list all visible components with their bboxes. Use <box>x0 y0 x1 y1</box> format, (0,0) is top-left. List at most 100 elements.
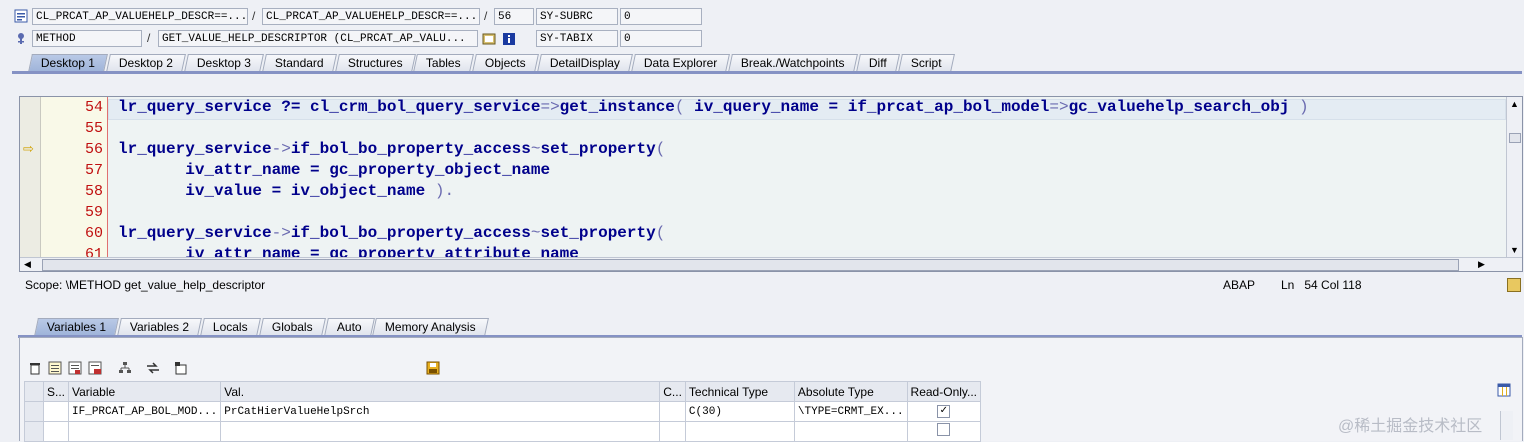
line-number: 56 <box>84 141 103 158</box>
tab-objects[interactable]: Objects <box>472 54 539 72</box>
read-only-cell <box>906 421 982 442</box>
separator: / <box>252 9 256 23</box>
code-line[interactable]: iv_value = iv_object_name ). <box>118 182 454 200</box>
column-header[interactable]: Technical Type <box>684 381 795 402</box>
table-row[interactable]: IF_PRCAT_AP_BOL_MOD... PrCatHierValueHel… <box>24 401 982 422</box>
vertical-scrollbar[interactable]: ▲ ▼ <box>1506 97 1522 257</box>
line-number-column: 54 55 56 57 58 59 60 61 <box>41 97 108 263</box>
tab-watchpoints[interactable]: Break./Watchpoints <box>728 54 858 72</box>
column-header[interactable]: Absolute Type <box>793 381 908 402</box>
current-line-arrow-icon: ⇨ <box>23 141 34 156</box>
tab-tables[interactable]: Tables <box>413 54 475 72</box>
code-line[interactable]: lr_query_service->if_bol_bo_property_acc… <box>118 224 665 242</box>
variable-cell[interactable]: IF_PRCAT_AP_BOL_MOD... <box>68 401 222 422</box>
tab-variables-2[interactable]: Variables 2 <box>117 318 203 336</box>
event-field[interactable]: GET_VALUE_HELP_DESCRIPTOR (CL_PRCAT_AP_V… <box>158 30 478 47</box>
horizontal-scrollbar[interactable]: ◀ ▶ <box>20 257 1522 271</box>
line-number: 57 <box>84 162 103 179</box>
tab-desktop-3[interactable]: Desktop 3 <box>184 54 265 72</box>
column-header[interactable]: Variable <box>68 381 222 402</box>
tab-auto[interactable]: Auto <box>323 318 375 336</box>
change-cell <box>659 421 686 442</box>
line-field[interactable]: 56 <box>494 8 534 25</box>
tab-desktop-2[interactable]: Desktop 2 <box>106 54 186 72</box>
code-line[interactable]: lr_query_service->if_bol_bo_property_acc… <box>118 140 665 158</box>
table-row[interactable] <box>24 421 982 442</box>
insert-row-icon[interactable] <box>48 361 62 375</box>
delete-icon[interactable] <box>28 361 42 375</box>
editor-settings-icon[interactable] <box>1507 278 1521 292</box>
sysfield-name: SY-SUBRC <box>536 8 618 25</box>
tab-diff[interactable]: Diff <box>855 54 900 72</box>
tab-variables-1[interactable]: Variables 1 <box>34 318 120 336</box>
scroll-up-icon[interactable]: ▲ <box>1510 99 1519 109</box>
code-line[interactable]: iv_attr_name = gc_property_object_name <box>118 161 550 179</box>
append-row-icon[interactable] <box>68 361 82 375</box>
sysfield-value: 0 <box>620 8 702 25</box>
tab-structures[interactable]: Structures <box>334 54 416 72</box>
info-icon[interactable] <box>502 32 516 46</box>
tab-data-explorer[interactable]: Data Explorer <box>630 54 731 72</box>
absolute-type-cell[interactable] <box>793 421 908 442</box>
scroll-right-icon[interactable]: ▶ <box>1478 258 1485 271</box>
code-editor[interactable]: ⇨ 54 55 56 57 58 59 60 61 lr_query_servi… <box>19 96 1523 272</box>
row-selector-header[interactable] <box>24 381 44 402</box>
status-cell <box>42 421 70 442</box>
scope-text: Scope: \METHOD get_value_help_descriptor <box>25 278 266 292</box>
column-header[interactable]: S... <box>42 381 70 402</box>
read-only-cell: ✓ <box>906 401 982 422</box>
desktop-tab-bar: Desktop 1 Desktop 2 Desktop 3 Standard S… <box>28 54 955 72</box>
transfer-icon[interactable] <box>146 361 160 375</box>
tab-desktop-1[interactable]: Desktop 1 <box>28 54 108 72</box>
tab-memory-analysis[interactable]: Memory Analysis <box>372 318 489 336</box>
cursor-position: Ln 54 Col 118 <box>1281 278 1362 292</box>
tab-band <box>12 71 1522 74</box>
sysfield-value: 0 <box>620 30 702 47</box>
tab-locals[interactable]: Locals <box>200 318 261 336</box>
sysfield-name: SY-TABIX <box>536 30 618 47</box>
hierarchy-icon[interactable] <box>118 361 132 375</box>
value-cell[interactable]: PrCatHierValueHelpSrch <box>220 401 661 422</box>
read-only-checkbox[interactable]: ✓ <box>937 405 951 418</box>
line-number: 58 <box>84 183 103 200</box>
code-line[interactable]: lr_query_service ?= cl_crm_bol_query_ser… <box>118 98 1309 116</box>
value-cell[interactable] <box>220 421 661 442</box>
column-header[interactable]: Val. <box>220 381 661 402</box>
tab-script[interactable]: Script <box>897 54 955 72</box>
read-only-checkbox[interactable] <box>937 423 951 436</box>
event-type-field[interactable]: METHOD <box>32 30 142 47</box>
scroll-thumb[interactable] <box>1509 133 1521 143</box>
change-cell <box>659 401 686 422</box>
row-selector[interactable] <box>24 401 44 422</box>
separator: / <box>484 9 488 23</box>
method-icon <box>14 31 28 45</box>
tab-globals[interactable]: Globals <box>259 318 326 336</box>
editor-status-bar: Scope: \METHOD get_value_help_descriptor… <box>19 276 1521 294</box>
table-vertical-scrollbar[interactable] <box>1500 411 1513 440</box>
column-header[interactable]: Read-Only... <box>906 381 982 402</box>
tab-detaildisplay[interactable]: DetailDisplay <box>536 54 633 72</box>
row-selector[interactable] <box>24 421 44 442</box>
program-field[interactable]: CL_PRCAT_AP_VALUEHELP_DESCR==... <box>32 8 248 25</box>
scroll-left-icon[interactable]: ◀ <box>24 258 31 271</box>
language-text: ABAP <box>1223 278 1256 292</box>
layout-icon[interactable] <box>1497 383 1511 397</box>
save-icon[interactable] <box>426 361 440 375</box>
scroll-down-icon[interactable]: ▼ <box>1510 245 1519 255</box>
scroll-thumb[interactable] <box>42 259 1459 271</box>
absolute-type-cell[interactable]: \TYPE=CRMT_EX... <box>793 401 908 422</box>
watermark-text: @稀土掘金技术社区 <box>1338 418 1483 435</box>
status-cell <box>42 401 70 422</box>
variable-cell[interactable] <box>68 421 222 442</box>
line-number: 59 <box>84 204 103 221</box>
table-header-row: S... Variable Val. C... Technical Type A… <box>24 381 982 402</box>
new-object-icon[interactable] <box>174 361 188 375</box>
include-field[interactable]: CL_PRCAT_AP_VALUEHELP_DESCR==... <box>262 8 480 25</box>
program-icon <box>14 9 28 23</box>
save-layout-icon[interactable] <box>88 361 102 375</box>
column-header[interactable]: C... <box>659 381 686 402</box>
tab-standard[interactable]: Standard <box>262 54 337 72</box>
breakpoint-gutter[interactable]: ⇨ <box>20 97 41 257</box>
separator: / <box>147 31 151 45</box>
display-object-icon[interactable] <box>482 32 496 46</box>
